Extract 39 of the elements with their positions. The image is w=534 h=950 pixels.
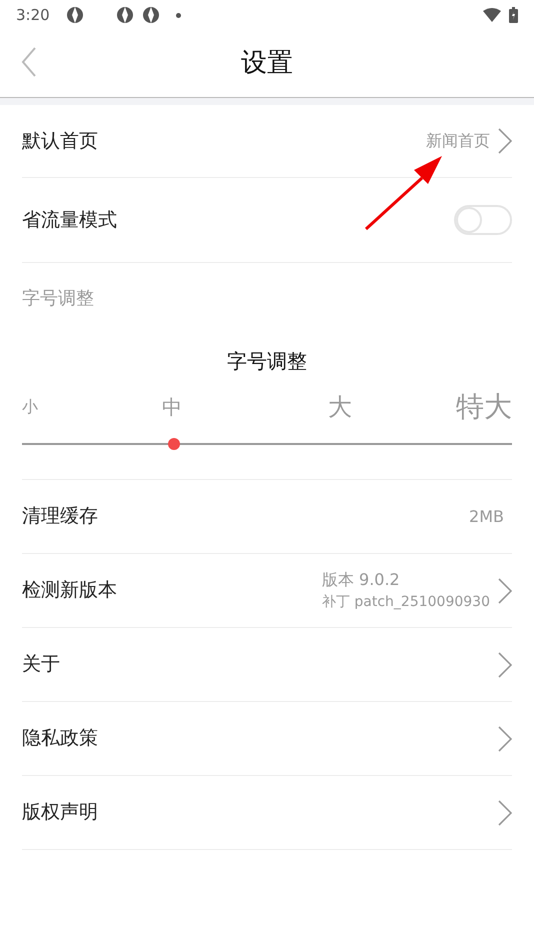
row-label: 关于 bbox=[22, 652, 60, 678]
status-time: 3:20 bbox=[16, 4, 50, 26]
font-size-option: 大 bbox=[298, 389, 382, 425]
settings-row[interactable]: 检测新版本 版本 9.0.2 补丁 patch_2510090930 bbox=[22, 554, 512, 628]
chevron-icon bbox=[498, 652, 512, 678]
font-size-option: 小 bbox=[22, 395, 142, 419]
settings-row[interactable]: 隐私政策 bbox=[22, 702, 512, 776]
app-notification-icon bbox=[142, 6, 160, 24]
battery-icon bbox=[509, 7, 518, 23]
wifi-icon bbox=[483, 8, 501, 22]
row-subtext: 补丁 patch_2510090930 bbox=[322, 593, 490, 612]
font-size-option: 特大 bbox=[382, 386, 512, 428]
app-notification-icon bbox=[66, 6, 84, 24]
row-label: 默认首页 bbox=[22, 128, 98, 154]
page-title: 设置 bbox=[241, 47, 293, 80]
row-label: 清理缓存 bbox=[22, 504, 98, 530]
row-value: 版本 9.0.2 bbox=[322, 569, 401, 591]
section-header: 字号调整 bbox=[22, 287, 95, 311]
settings-row[interactable]: 清理缓存 2MB bbox=[22, 480, 512, 554]
slider-thumb[interactable] bbox=[168, 438, 180, 450]
settings-row[interactable]: 版权声明 bbox=[22, 776, 512, 850]
row-value: 新闻首页 bbox=[426, 130, 490, 152]
row-label: 版权声明 bbox=[22, 800, 98, 826]
row-label: 检测新版本 bbox=[22, 578, 117, 604]
chevron-icon bbox=[498, 128, 512, 154]
more-notifications-icon bbox=[176, 12, 181, 18]
row-label: 隐私政策 bbox=[22, 726, 98, 752]
chevron-icon bbox=[498, 800, 512, 826]
toggle-switch[interactable] bbox=[454, 205, 512, 235]
settings-row[interactable]: 关于 bbox=[22, 628, 512, 702]
settings-row[interactable]: 省流量模式 bbox=[22, 178, 512, 263]
row-label: 省流量模式 bbox=[22, 208, 117, 233]
chevron-icon bbox=[498, 578, 512, 604]
chevron-icon bbox=[498, 726, 512, 752]
app-notification-icon bbox=[116, 6, 134, 24]
row-value: 2MB bbox=[469, 506, 504, 528]
back-icon[interactable] bbox=[21, 47, 37, 77]
font-size-title: 字号调整 bbox=[226, 348, 308, 375]
font-size-option: 中 bbox=[142, 392, 202, 422]
